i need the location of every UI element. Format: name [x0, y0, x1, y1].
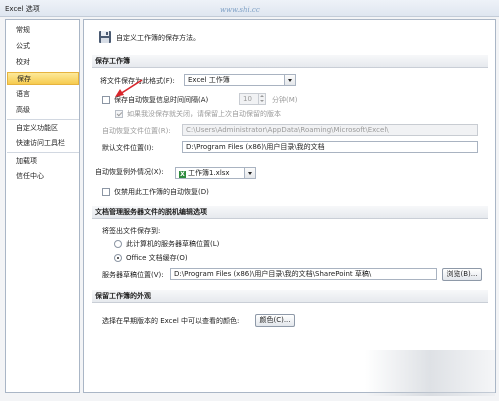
exception-workbook-value: 工作簿1.xlsx	[188, 169, 230, 177]
autorecover-path-value: C:\Users\Administrator\AppData\Roaming\M…	[186, 126, 389, 134]
autorecover-exceptions-label: 自动恢复例外情况(X):	[95, 168, 164, 176]
autorecover-minutes-input[interactable]: 10	[239, 93, 266, 105]
sidebar-item-language[interactable]: 语言	[7, 88, 79, 101]
sidebar-item-trust-center[interactable]: 信任中心	[7, 170, 79, 183]
autorecover-path-input[interactable]: C:\Users\Administrator\AppData\Roaming\M…	[182, 124, 478, 136]
section-offline-editing: 文档管理服务器文件的脱机编辑选项	[92, 206, 488, 219]
watermark: www.shi.cc	[220, 6, 260, 14]
red-arrow-icon	[115, 79, 143, 97]
exception-workbook-select[interactable]: X 工作簿1.xlsx	[175, 167, 256, 179]
minutes-label: 分钟(M)	[272, 96, 298, 104]
office-cache-label: Office 文档缓存(O)	[126, 254, 188, 262]
save-to-label: 将签出文件保存到:	[102, 227, 161, 235]
save-disk-icon	[99, 31, 111, 43]
chevron-down-icon	[244, 168, 255, 178]
colors-button[interactable]: 颜色(C)...	[255, 314, 295, 327]
sidebar-item-customize-ribbon[interactable]: 自定义功能区	[7, 122, 79, 135]
keep-last-version-label: 如果我没保存就关闭，请保留上次自动保留的版本	[127, 110, 281, 118]
browse-button[interactable]: 浏览(B)...	[442, 268, 482, 281]
autorecover-minutes-value: 10	[243, 95, 252, 103]
drafts-path-input[interactable]: D:\Program Files (x86)\用户目录\我的文档\SharePo…	[170, 268, 437, 280]
sidebar-item-advanced[interactable]: 高级	[7, 104, 79, 117]
drafts-path-label: 服务器草稿位置(V):	[102, 271, 164, 279]
sidebar-item-formulas[interactable]: 公式	[7, 40, 79, 53]
colors-label: 选择在早期版本的 Excel 中可以查看的颜色:	[102, 317, 240, 325]
server-drafts-radio[interactable]	[114, 240, 122, 248]
sidebar-item-proofing[interactable]: 校对	[7, 56, 79, 69]
drafts-path-value: D:\Program Files (x86)\用户目录\我的文档\SharePo…	[174, 270, 372, 278]
disable-autorecover-checkbox[interactable]	[102, 188, 110, 196]
autorecover-path-label: 自动恢复文件位置(R):	[102, 127, 171, 135]
chevron-down-icon	[284, 75, 295, 85]
title-bar: Excel 选项 www.shi.cc	[0, 0, 499, 17]
office-cache-radio[interactable]	[114, 254, 122, 262]
options-panel: 自定义工作簿的保存方法。 保存工作簿 将文件保存为此格式(F): Excel 工…	[83, 19, 496, 393]
sidebar-item-save[interactable]: 保存	[7, 72, 79, 85]
window-title: Excel 选项	[5, 5, 40, 13]
sidebar-divider	[7, 152, 79, 153]
sidebar-divider	[7, 119, 79, 120]
spinner-arrows-icon	[258, 94, 265, 104]
default-path-input[interactable]: D:\Program Files (x86)\用户目录\我的文档	[182, 141, 478, 153]
sidebar-item-general[interactable]: 常规	[7, 24, 79, 37]
blurred-corner	[365, 350, 495, 396]
excel-file-icon: X	[179, 171, 186, 178]
sidebar-item-add-ins[interactable]: 加载项	[7, 155, 79, 168]
disable-autorecover-label: 仅禁用此工作簿的自动恢复(D)	[114, 188, 209, 196]
page-description: 自定义工作簿的保存方法。	[116, 34, 200, 42]
sidebar-item-quick-access-toolbar[interactable]: 快速访问工具栏	[7, 137, 79, 150]
section-save-workbooks: 保存工作簿	[92, 55, 488, 68]
keep-last-version-checkbox[interactable]	[115, 110, 123, 118]
sidebar: 常规 公式 校对 保存 语言 高级 自定义功能区 快速访问工具栏 加载项 信任中…	[5, 19, 80, 393]
autorecover-exceptions-row: 自动恢复例外情况(X):	[92, 166, 488, 179]
default-path-value: D:\Program Files (x86)\用户目录\我的文档	[186, 143, 325, 151]
section-appearance: 保留工作簿的外观	[92, 290, 488, 303]
autorecover-checkbox[interactable]	[102, 96, 110, 104]
server-drafts-label: 此计算机的服务器草稿位置(L)	[126, 240, 220, 248]
default-path-label: 默认文件位置(I):	[102, 144, 154, 152]
save-format-value: Excel 工作簿	[188, 76, 230, 84]
save-format-select[interactable]: Excel 工作簿	[184, 74, 296, 86]
